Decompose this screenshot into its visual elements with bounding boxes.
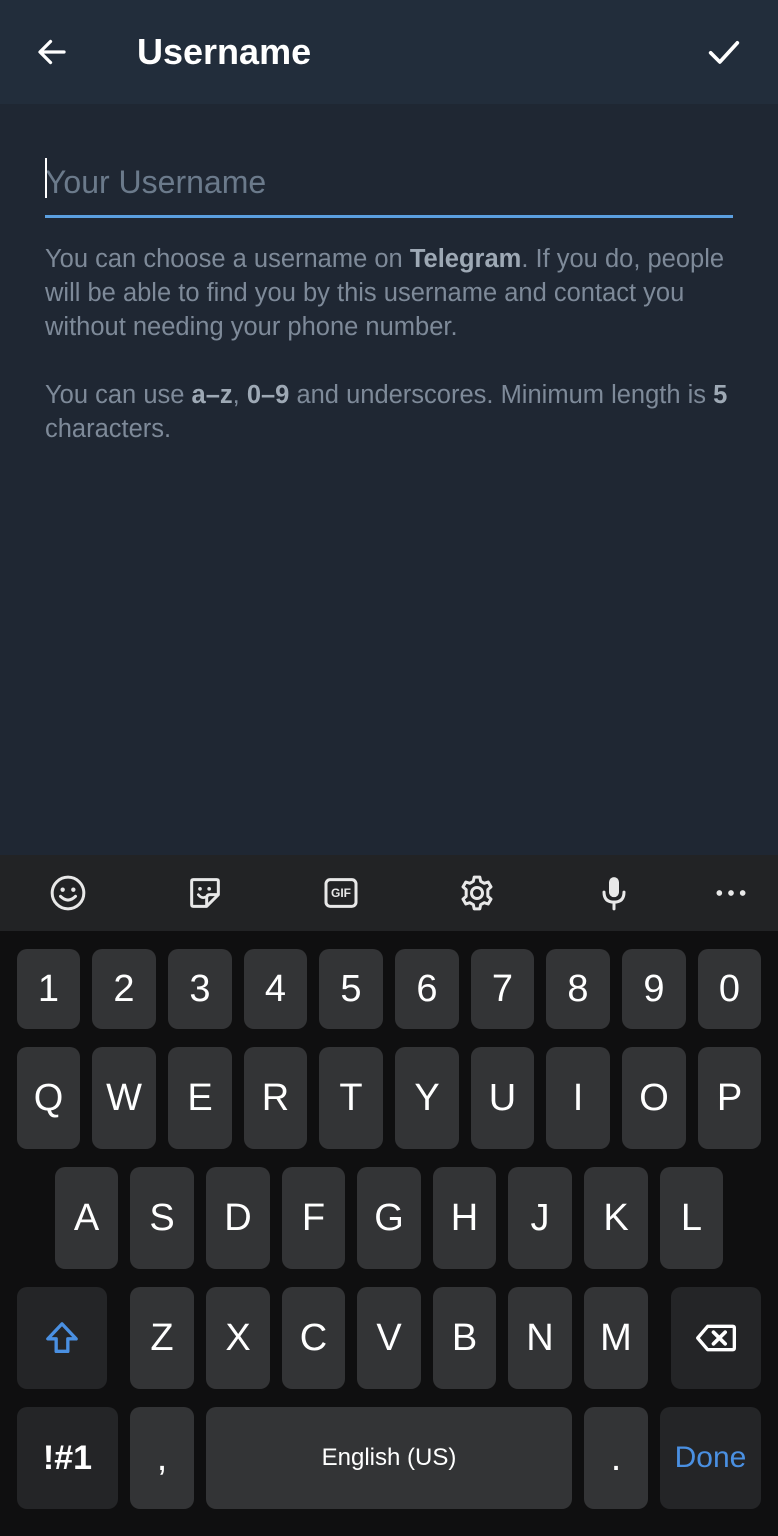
settings-icon xyxy=(461,875,493,911)
key-n[interactable]: N xyxy=(508,1287,572,1389)
key-r[interactable]: R xyxy=(244,1047,307,1149)
key-t[interactable]: T xyxy=(319,1047,383,1149)
key-6[interactable]: 6 xyxy=(395,949,459,1029)
key-b[interactable]: B xyxy=(433,1287,496,1389)
key-d[interactable]: D xyxy=(206,1167,270,1269)
key-s[interactable]: S xyxy=(130,1167,194,1269)
key-5[interactable]: 5 xyxy=(319,949,383,1029)
info-text: You can use xyxy=(45,381,192,409)
done-key[interactable]: Done xyxy=(660,1407,761,1509)
key-4[interactable]: 4 xyxy=(244,949,307,1029)
checkmark-icon xyxy=(708,41,740,64)
key-e[interactable]: E xyxy=(168,1047,232,1149)
username-field xyxy=(45,148,733,220)
info-bold-digits: 0–9 xyxy=(246,381,290,409)
shift-key[interactable] xyxy=(17,1287,107,1389)
arrow-left-icon xyxy=(38,39,66,65)
confirm-button[interactable] xyxy=(694,22,754,82)
comma-key[interactable]: , xyxy=(130,1407,194,1509)
settings-button[interactable] xyxy=(453,869,501,917)
key-f[interactable]: F xyxy=(282,1167,345,1269)
key-a[interactable]: A xyxy=(55,1167,118,1269)
sticker-button[interactable] xyxy=(181,869,229,917)
key-7[interactable]: 7 xyxy=(471,949,534,1029)
period-key[interactable]: . xyxy=(584,1407,648,1509)
key-g[interactable]: G xyxy=(357,1167,421,1269)
key-m[interactable]: M xyxy=(584,1287,648,1389)
key-x[interactable]: X xyxy=(206,1287,270,1389)
backspace-icon xyxy=(696,1324,736,1352)
key-q[interactable]: Q xyxy=(17,1047,80,1149)
gif-label: GIF xyxy=(331,886,351,900)
key-1[interactable]: 1 xyxy=(17,949,80,1029)
key-v[interactable]: V xyxy=(357,1287,421,1389)
gif-button[interactable]: GIF xyxy=(317,869,365,917)
app-header: Username xyxy=(0,0,778,104)
info-bold-letters: a–z xyxy=(191,381,233,409)
more-options-button[interactable] xyxy=(707,869,755,917)
info-paragraph-2: You can use a–z, 0–9 and underscores. Mi… xyxy=(45,378,735,446)
username-input[interactable] xyxy=(45,148,733,216)
key-k[interactable]: K xyxy=(584,1167,648,1269)
text-caret xyxy=(45,158,47,198)
sticker-icon xyxy=(190,878,220,908)
username-screen: Username You can choose a username on Te… xyxy=(0,0,778,1536)
key-3[interactable]: 3 xyxy=(168,949,232,1029)
key-9[interactable]: 9 xyxy=(622,949,686,1029)
key-o[interactable]: O xyxy=(622,1047,686,1149)
voice-input-button[interactable] xyxy=(590,869,638,917)
keyboard-toolbar: GIF xyxy=(0,855,778,931)
info-bold-telegram: Telegram xyxy=(409,245,522,273)
key-u[interactable]: U xyxy=(471,1047,534,1149)
key-j[interactable]: J xyxy=(508,1167,572,1269)
info-paragraph-1: You can choose a username on Telegram. I… xyxy=(45,242,735,344)
key-2[interactable]: 2 xyxy=(92,949,156,1029)
info-bold-min-length: 5 xyxy=(713,381,728,409)
info-text: and underscores. Minimum length is xyxy=(289,381,714,409)
key-0[interactable]: 0 xyxy=(698,949,761,1029)
key-8[interactable]: 8 xyxy=(546,949,610,1029)
key-h[interactable]: H xyxy=(433,1167,496,1269)
key-w[interactable]: W xyxy=(92,1047,156,1149)
info-text: You can choose a username on xyxy=(45,245,410,273)
symbols-key[interactable]: !#1 xyxy=(17,1407,118,1509)
info-text: characters. xyxy=(45,415,172,443)
back-button[interactable] xyxy=(22,22,82,82)
space-bar[interactable]: English (US) xyxy=(206,1407,572,1509)
microphone-icon xyxy=(602,877,626,911)
emoji-button[interactable] xyxy=(44,869,92,917)
key-l[interactable]: L xyxy=(660,1167,723,1269)
page-title: Username xyxy=(137,31,312,72)
key-y[interactable]: Y xyxy=(395,1047,459,1149)
more-icon xyxy=(716,890,746,896)
key-c[interactable]: C xyxy=(282,1287,345,1389)
emoji-icon xyxy=(50,875,86,911)
key-z[interactable]: Z xyxy=(130,1287,194,1389)
shift-icon xyxy=(46,1322,78,1353)
backspace-key[interactable] xyxy=(671,1287,761,1389)
input-underline xyxy=(45,215,733,218)
key-i[interactable]: I xyxy=(546,1047,610,1149)
info-text: , xyxy=(232,381,247,409)
soft-keyboard: 1 2 3 4 5 6 7 8 9 0 Q W E R T Y U I O P … xyxy=(0,931,778,1536)
key-p[interactable]: P xyxy=(698,1047,761,1149)
